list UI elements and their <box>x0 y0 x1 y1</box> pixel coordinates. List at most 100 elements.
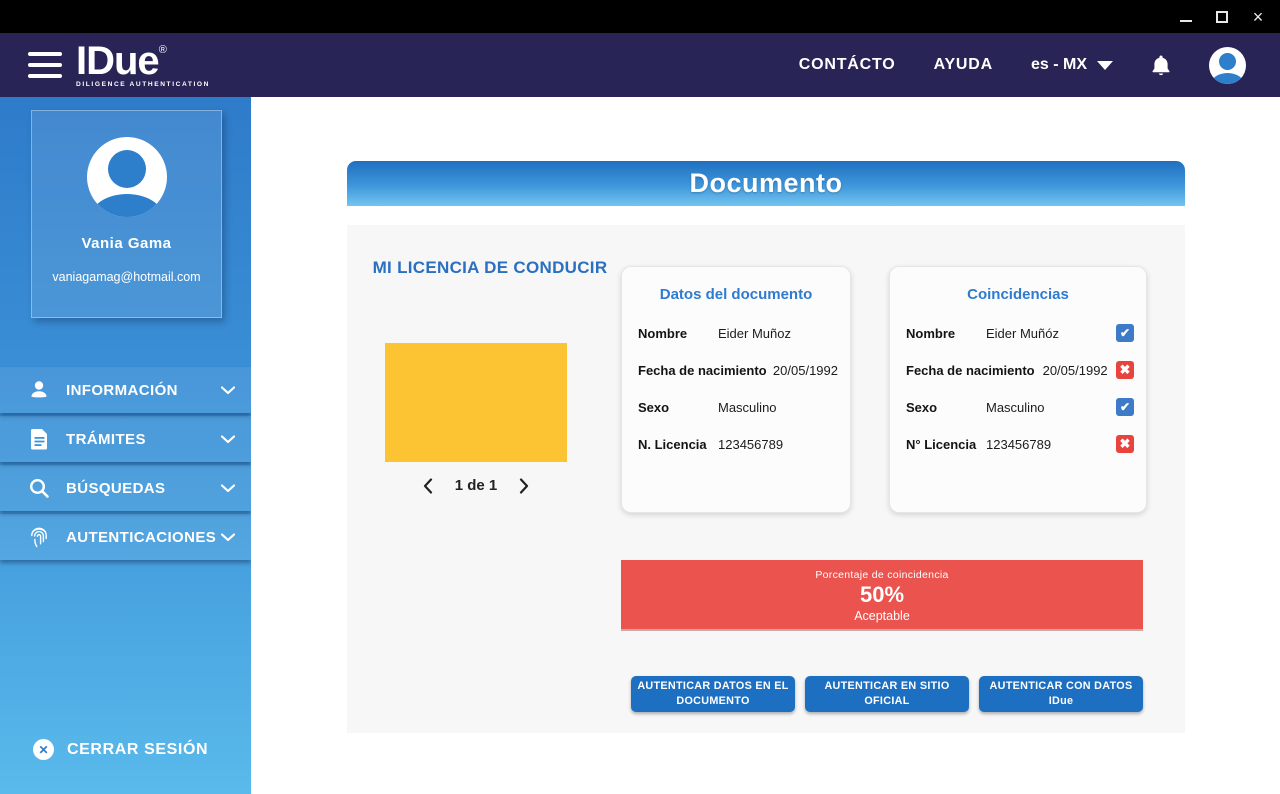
match-percentage-value: 50% <box>859 582 905 607</box>
sidebar-item-label: TRÁMITES <box>66 430 146 448</box>
search-icon <box>26 477 52 499</box>
chevron-down-icon <box>221 532 235 542</box>
window-titlebar: × <box>0 0 1280 33</box>
match-percentage-label: Porcentaje de coincidencia <box>815 569 949 581</box>
data-row: Fecha de nacimiento 20/05/1992 <box>638 361 838 379</box>
match-check-icon <box>1116 324 1134 342</box>
app-logo: IDue® DILIGENCE AUTHENTICATION <box>76 39 211 88</box>
authenticate-official-site-button[interactable]: AUTENTICAR EN SITIO OFICIAL <box>805 676 969 712</box>
avatar-body-icon <box>1211 72 1244 84</box>
logout-label: CERRAR SESIÓN <box>67 740 209 758</box>
language-selector[interactable]: es - MX <box>1031 56 1113 74</box>
chevron-down-icon <box>221 483 235 493</box>
row-value: 123456789 <box>986 436 1052 452</box>
authenticate-document-data-button[interactable]: AUTENTICAR DATOS EN EL DOCUMENTO <box>631 676 795 712</box>
nav-contact-link[interactable]: CONTÁCTO <box>799 56 896 74</box>
match-row: Fecha de nacimiento 20/05/1992 <box>906 361 1134 379</box>
document-panel: MI LICENCIA DE CONDUCIR 1 de 1 Datos del… <box>347 225 1185 733</box>
bell-icon <box>1152 55 1170 75</box>
match-cross-icon <box>1116 435 1134 453</box>
sidebar-item-autenticaciones[interactable]: AUTENTICACIONES <box>0 514 251 560</box>
row-label: Nombre <box>906 325 956 341</box>
authenticate-idue-data-button[interactable]: AUTENTICAR CON DATOS IDue <box>979 676 1143 712</box>
page-indicator: 1 de 1 <box>454 477 498 494</box>
profile-email: vaniagamag@hotmail.com <box>52 270 201 284</box>
chevron-down-icon <box>221 434 235 444</box>
row-value: Eider Muñóz <box>986 325 1059 341</box>
sidebar-item-informacion[interactable]: INFORMACIÓN <box>0 367 251 413</box>
row-label: Fecha de nacimiento <box>906 362 1035 378</box>
match-status: Aceptable <box>854 609 910 623</box>
window-close-button[interactable]: × <box>1248 7 1268 27</box>
row-label: Sexo <box>906 399 938 415</box>
profile-name: Vania Gama <box>81 235 172 252</box>
sidebar-item-label: AUTENTICACIONES <box>66 528 217 546</box>
data-row: N. Licencia 123456789 <box>638 435 838 453</box>
registered-mark: ® <box>158 44 167 56</box>
data-row: Nombre Eider Muñoz <box>638 324 838 342</box>
card-title: Datos del documento <box>659 286 813 303</box>
row-value: 20/05/1992 <box>772 362 838 378</box>
sidebar-menu: INFORMACIÓN TRÁMITES BÚSQUEDAS AUTENTICA… <box>0 367 251 563</box>
row-value: Eider Muñoz <box>718 325 791 341</box>
nav-help-link[interactable]: AYUDA <box>934 56 993 74</box>
matches-card: Coincidencias Nombre Eider Muñóz Fecha d… <box>889 266 1147 513</box>
app-header: IDue® DILIGENCE AUTHENTICATION CONTÁCTO … <box>0 33 1280 97</box>
avatar-head-icon <box>1219 52 1236 70</box>
window-maximize-button[interactable] <box>1212 7 1232 27</box>
user-avatar[interactable] <box>1209 46 1246 84</box>
row-label: N. Licencia <box>638 436 707 452</box>
match-row: Nombre Eider Muñóz <box>906 324 1134 342</box>
fingerprint-icon <box>26 526 52 548</box>
row-value: 123456789 <box>718 436 784 452</box>
card-title: Coincidencias <box>967 286 1069 303</box>
sidebar: Vania Gama vaniagamag@hotmail.com INFORM… <box>0 97 251 794</box>
logo-brand-text: IDue <box>76 39 160 83</box>
sidebar-item-label: INFORMACIÓN <box>66 381 178 399</box>
notifications-button[interactable] <box>1151 54 1171 77</box>
sidebar-item-label: BÚSQUEDAS <box>66 479 166 497</box>
user-icon <box>26 379 52 401</box>
language-value: es - MX <box>1030 56 1087 73</box>
document-image-preview <box>385 343 567 462</box>
document-banner: Documento <box>347 161 1185 206</box>
match-row: Sexo Masculino <box>906 398 1134 416</box>
match-row: N° Licencia 123456789 <box>906 435 1134 453</box>
actions-row: AUTENTICAR DATOS EN EL DOCUMENTO AUTENTI… <box>631 676 1143 712</box>
close-circle-icon: ✕ <box>33 739 54 760</box>
next-page-button[interactable] <box>519 477 529 494</box>
avatar-body-icon <box>90 194 163 217</box>
match-cross-icon <box>1116 361 1134 379</box>
row-value: Masculino <box>986 399 1045 415</box>
previous-page-button[interactable] <box>423 477 433 494</box>
chevron-down-icon <box>221 385 235 395</box>
page-title: Documento <box>689 168 843 198</box>
row-label: Nombre <box>638 325 688 341</box>
match-percentage-banner: Porcentaje de coincidencia 50% Aceptable <box>621 560 1143 629</box>
row-label: Sexo <box>638 399 670 415</box>
row-label: Fecha de nacimiento <box>638 362 767 378</box>
sidebar-item-tramites[interactable]: TRÁMITES <box>0 416 251 462</box>
row-value: 20/05/1992 <box>1042 362 1108 378</box>
row-label: N° Licencia <box>906 436 977 452</box>
sidebar-item-busquedas[interactable]: BÚSQUEDAS <box>0 465 251 511</box>
main-content: Documento MI LICENCIA DE CONDUCIR 1 de 1… <box>251 97 1280 794</box>
minimize-icon <box>1180 19 1192 22</box>
profile-avatar <box>86 137 167 217</box>
logo-tagline: DILIGENCE AUTHENTICATION <box>76 81 211 88</box>
document-icon <box>26 428 52 450</box>
window-minimize-button[interactable] <box>1176 7 1196 27</box>
match-check-icon <box>1116 398 1134 416</box>
document-title: MI LICENCIA DE CONDUCIR <box>372 258 608 277</box>
hamburger-menu-icon[interactable] <box>28 52 62 78</box>
logout-button[interactable]: ✕ CERRAR SESIÓN <box>0 739 251 760</box>
avatar-head-icon <box>107 150 146 188</box>
row-value: Masculino <box>718 399 777 415</box>
pagination: 1 de 1 <box>385 477 567 494</box>
profile-card: Vania Gama vaniagamag@hotmail.com <box>31 110 222 318</box>
document-data-card: Datos del documento Nombre Eider Muñoz F… <box>621 266 851 513</box>
close-icon: × <box>1252 6 1264 27</box>
chevron-down-icon <box>1097 60 1113 70</box>
maximize-icon <box>1216 10 1228 23</box>
data-row: Sexo Masculino <box>638 398 838 416</box>
